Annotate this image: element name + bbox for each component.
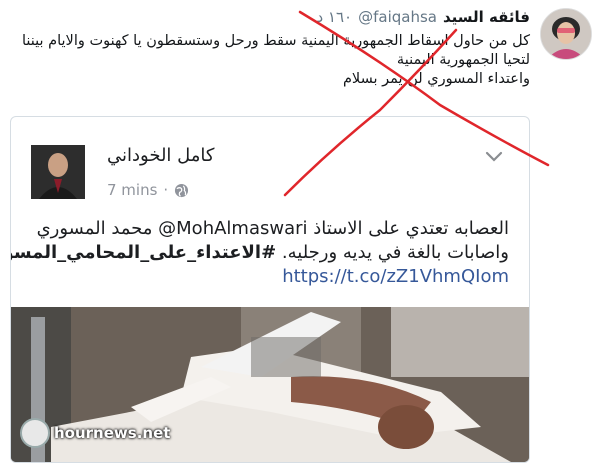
quoted-post-meta: 7 mins · bbox=[107, 181, 189, 199]
tweet-line: واعتداء المسوري لن يمر بسلام bbox=[342, 71, 530, 87]
quoted-line: واصابات بالغة في يديه ورجليه. bbox=[281, 242, 509, 263]
watermark-text: hournews.net bbox=[54, 424, 171, 442]
quoted-post-card[interactable]: كامل الخوداني 7 mins · العصابه تعتدي على… bbox=[10, 116, 530, 463]
globe-icon bbox=[174, 183, 189, 198]
meta-separator: · bbox=[163, 181, 169, 199]
watermark: hournews.net bbox=[20, 418, 170, 448]
hashtag-link[interactable]: #الاعتداء_على_المحامي_المسوري bbox=[11, 242, 276, 263]
author-avatar[interactable] bbox=[540, 8, 592, 60]
author-handle[interactable]: @faiqahsa bbox=[358, 8, 437, 26]
tweet-line: لتحيا الجمهورية اليمنية bbox=[396, 52, 530, 68]
chevron-down-icon[interactable] bbox=[485, 148, 503, 162]
quoted-post-text: العصابه تعتدي على الاستاذ MohAlmaswari@ … bbox=[11, 217, 509, 289]
quoted-author-name[interactable]: كامل الخوداني bbox=[107, 145, 214, 166]
quoted-line: العصابه تعتدي على الاستاذ MohAlmaswari@ … bbox=[36, 218, 509, 239]
quoted-post-time[interactable]: 7 mins bbox=[107, 181, 157, 199]
watermark-logo-icon bbox=[20, 418, 50, 448]
author-name[interactable]: فائقه السيد bbox=[443, 8, 530, 26]
tweet-time[interactable]: ١٦٠ د bbox=[316, 8, 352, 26]
tweet-line: كل من حاول اسقاط الجمهورية اليمنية سقط و… bbox=[21, 33, 530, 49]
quoted-author-avatar[interactable] bbox=[31, 145, 85, 199]
quoted-line-2: واصابات بالغة في يديه ورجليه. #الاعتداء_… bbox=[11, 241, 509, 265]
short-link[interactable]: https://t.co/zZ1VhmQIom bbox=[35, 265, 509, 289]
quoted-post-header: كامل الخوداني 7 mins · bbox=[11, 117, 529, 213]
tweet-header: فائقه السيد @faiqahsa ١٦٠ د bbox=[316, 8, 530, 30]
tweet-text: كل من حاول اسقاط الجمهورية اليمنية سقط و… bbox=[10, 32, 530, 89]
